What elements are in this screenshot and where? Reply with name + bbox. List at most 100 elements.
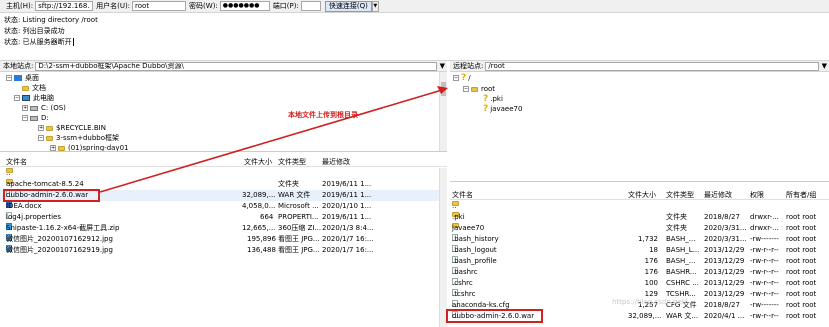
quickconnect-dropdown-icon[interactable]: ▼ (371, 0, 379, 12)
file-perm: -rw-r--r-- (750, 312, 779, 320)
tree-node-ssm-dubbo[interactable]: − 3-ssm+dubbo框架 (38, 133, 119, 143)
username-input[interactable]: root (132, 1, 187, 11)
collapse-icon[interactable]: − (453, 75, 459, 81)
table-row[interactable]: .bashrc 176 BASHR... 2013/12/29 -rw-r--r-- ro… (450, 267, 829, 278)
expand-icon[interactable]: + (50, 145, 56, 151)
file-name: javaee70 (452, 224, 485, 232)
column-header-type[interactable]: 文件类型 (278, 157, 306, 167)
log-row: 状态: Listing directory /root (4, 15, 825, 26)
column-header-filename[interactable]: 文件名 (452, 190, 473, 200)
collapse-icon[interactable]: − (22, 115, 28, 121)
tree-label: (01)spring-day01 (68, 144, 129, 152)
table-row[interactable]: log4j.properties 664 PROPERTI... 2019/6/11 … (0, 212, 440, 223)
table-row[interactable]: .bash_history 1,732 BASH_... 2020/3/31... -r… (450, 234, 829, 245)
local-directory-tree: − 桌面 文档 − 此电脑 + C: (OS) − D: + $RECYCLE.BIN −… (0, 72, 447, 152)
tree-node-documents[interactable]: 文档 (22, 83, 46, 93)
expand-icon[interactable]: + (22, 105, 28, 111)
column-header-type[interactable]: 文件类型 (666, 190, 694, 200)
host-input[interactable]: sftp://192.168. (35, 1, 94, 11)
local-site-dropdown-icon[interactable]: ▼ (440, 62, 445, 70)
file-type: 看图王 JPG... (278, 246, 320, 254)
column-header-size[interactable]: 文件大小 (628, 190, 656, 200)
table-row[interactable]: Snipaste-1.16.2-x64-截屏工具.zip 12,665,... 36… (0, 223, 440, 234)
collapse-icon[interactable]: − (6, 75, 12, 81)
file-type: 文件夹 (666, 213, 687, 221)
password-input[interactable]: ●●●●●●● (219, 1, 270, 11)
file-date: 2019/6/11 1... (322, 191, 372, 199)
expand-icon[interactable]: + (38, 125, 44, 131)
tree-node-desktop[interactable]: − 桌面 (6, 73, 39, 83)
remote-site-dropdown-icon[interactable]: ▼ (822, 62, 827, 70)
file-owner: root root (786, 224, 817, 232)
table-row[interactable]: .bash_profile 176 BASH_... 2013/12/29 -rw-r-… (450, 256, 829, 267)
file-perm: -rw------- (750, 301, 779, 309)
file-owner: root root (786, 257, 817, 265)
file-date: 2013/12/29 (704, 246, 745, 254)
file-perm: drwxr-... (750, 224, 779, 232)
file-date: 2018/8/27 (704, 301, 740, 309)
scrollbar-thumb[interactable] (441, 82, 446, 96)
collapse-icon[interactable]: − (463, 86, 469, 92)
password-label: 密码(W): (189, 2, 218, 10)
table-row[interactable]: 微信图片_20200107162912.jpg 195,896 看图王 JPG...… (0, 234, 440, 245)
table-row[interactable]: .pki 文件夹 2018/8/27 drwxr-... root root (450, 212, 829, 223)
tree-node-pki[interactable]: ? .pki (483, 94, 503, 104)
local-file-scrollbar[interactable] (439, 168, 447, 327)
remote-site-bar: 远程站点: /root ▼ (450, 61, 829, 72)
file-size: 176 (644, 268, 658, 276)
tree-label: 桌面 (25, 74, 39, 82)
collapse-icon[interactable]: − (14, 95, 20, 101)
file-name: .bash_history (452, 235, 499, 243)
tree-node-javaee70[interactable]: ? javaee70 (483, 104, 522, 114)
port-label: 端口(P): (272, 2, 299, 10)
port-input[interactable] (300, 1, 321, 11)
tree-node-d-drive[interactable]: − D: (22, 113, 49, 123)
table-row[interactable]: IDEA.docx 4,058,0... Microsoft ... 2020/1/1… (0, 201, 440, 212)
tree-node-c-drive[interactable]: + C: (OS) (22, 103, 66, 113)
column-header-permissions[interactable]: 权限 (750, 190, 764, 200)
remote-file-list-header: 文件名 文件大小 文件类型 最近修改 权限 所有者/组 (450, 189, 829, 200)
file-name: .cshrc (452, 279, 473, 287)
computer-icon (22, 95, 30, 101)
table-row[interactable]: .. (0, 168, 440, 179)
tree-node-recycle-bin[interactable]: + $RECYCLE.BIN (38, 123, 106, 133)
log-row: 状态: 已从服务器断开 (4, 37, 825, 48)
table-row[interactable]: 微信图片_20200107162919.jpg 136,488 看图王 JPG...… (0, 245, 440, 256)
file-perm: drwxr-... (750, 213, 779, 221)
file-type: WAR 文件 (278, 191, 311, 199)
file-size: 195,896 (247, 235, 276, 243)
collapse-icon[interactable]: − (38, 135, 44, 141)
file-perm: -rw-r--r-- (750, 257, 779, 265)
table-row[interactable]: .cshrc 100 CSHRC ... 2013/12/29 -rw-r--r-- ro… (450, 278, 829, 289)
table-row[interactable]: .bash_logout 18 BASH_L... 2013/12/29 -rw-r--… (450, 245, 829, 256)
folder-icon (22, 85, 29, 91)
column-header-modified[interactable]: 最近修改 (704, 190, 732, 200)
tree-node-root-slash[interactable]: −? / (453, 73, 471, 83)
table-row[interactable]: .. (450, 201, 829, 212)
column-header-size[interactable]: 文件大小 (244, 157, 272, 167)
tree-label: D: (41, 114, 49, 122)
file-perm: -rw------- (750, 235, 779, 243)
tree-label: C: (OS) (41, 104, 66, 112)
table-row[interactable]: javaee70 文件夹 2020/3/31... drwxr-... root roo… (450, 223, 829, 234)
local-site-path[interactable]: D:\2-ssm+dubbo框架\Apache Dubbo\资源\ (35, 61, 437, 71)
file-type: WAR 文... (666, 312, 699, 320)
log-prefix: 状态: (4, 16, 21, 24)
file-date: 2020/1/7 16:... (322, 246, 374, 254)
file-size: 176 (644, 257, 658, 265)
tree-node-spring-day01[interactable]: + (01)spring-day01 (50, 143, 129, 152)
column-header-filename[interactable]: 文件名 (6, 157, 27, 167)
local-file-list-header: 文件名 文件大小 文件类型 最近修改 (0, 156, 447, 167)
column-header-owner[interactable]: 所有者/组 (786, 190, 816, 200)
tree-node-this-pc[interactable]: − 此电脑 (14, 93, 54, 103)
file-owner: root root (786, 301, 817, 309)
file-size: 1,732 (637, 235, 658, 243)
remote-site-path[interactable]: /root (485, 61, 819, 71)
tree-node-root[interactable]: − root (463, 84, 495, 94)
file-name: .tcshrc (452, 290, 476, 298)
column-header-modified[interactable]: 最近修改 (322, 157, 350, 167)
file-perm: -rw-r--r-- (750, 268, 779, 276)
local-tree-scrollbar[interactable] (439, 72, 447, 151)
quickconnect-button[interactable]: 快速连接(Q) (324, 0, 372, 12)
text-cursor (72, 38, 74, 46)
